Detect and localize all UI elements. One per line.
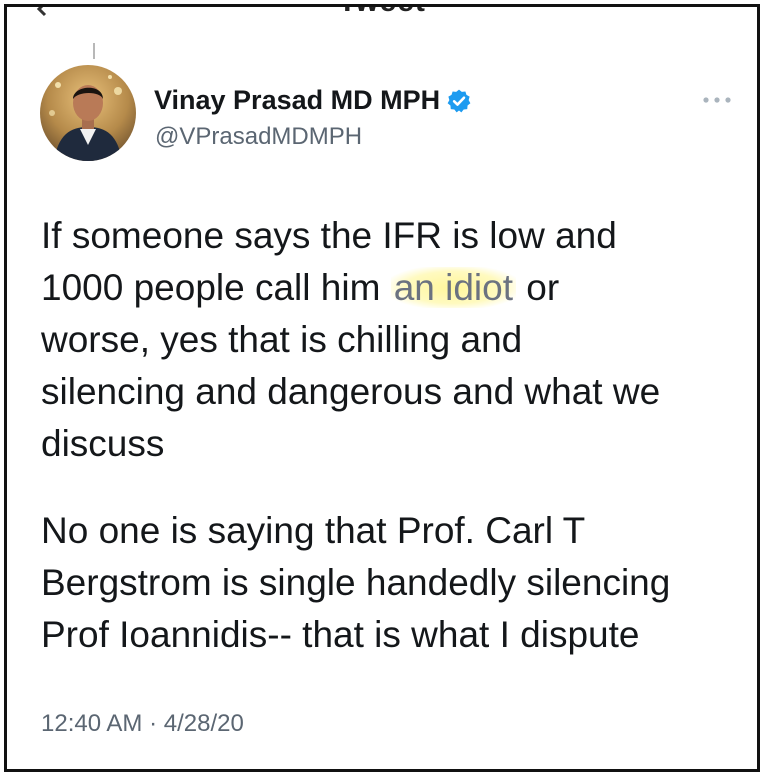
tweet-timestamp[interactable]: 12:40 AM · 4/28/20 (41, 710, 244, 738)
avatar[interactable] (40, 65, 136, 161)
avatar-photo (40, 65, 136, 161)
tweet-line: worse, yes that is chilling and (41, 319, 523, 360)
tweet-text-segment: or (516, 267, 560, 308)
tweet-line: 1000 people call him an idiot or (41, 262, 741, 314)
tweet-line: If someone says the IFR is low and (41, 215, 617, 256)
author-name-text: Vinay Prasad MD MPH (154, 85, 441, 115)
top-bar: Tweet (7, 7, 757, 25)
tweet-text-segment: 1000 people call him (41, 267, 391, 308)
highlighted-text: an idiot (390, 267, 516, 308)
more-options-icon[interactable] (701, 95, 733, 105)
tweet-line: discuss (41, 423, 165, 464)
tweet-line: silencing and dangerous and what we (41, 371, 661, 412)
verified-badge-icon (447, 89, 471, 112)
tweet-line: Bergstrom is single handedly silencing (41, 562, 671, 603)
page-title: Tweet (7, 7, 757, 19)
author-handle[interactable]: @VPrasadMDMPH (155, 123, 362, 151)
tweet-paragraph-2: No one is saying that Prof. Carl T Bergs… (41, 505, 741, 661)
tweet-line: Prof Ioannidis-- that is what I dispute (41, 614, 640, 655)
tweet-screenshot-frame: Tweet Vinay Prasad MD MPH (4, 4, 760, 772)
thread-connector (93, 43, 95, 59)
tweet-line: No one is saying that Prof. Carl T (41, 510, 586, 551)
author-name[interactable]: Vinay Prasad MD MPH (154, 85, 472, 116)
tweet-paragraph-1: If someone says the IFR is low and 1000 … (41, 210, 741, 470)
